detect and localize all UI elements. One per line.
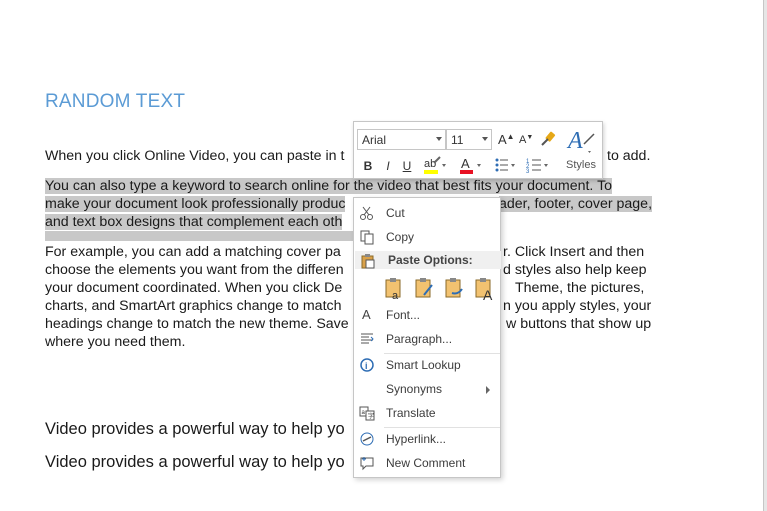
link-icon [360,432,374,446]
styles-label: Styles [566,159,596,171]
paste-keep-source-button[interactable]: a [384,277,406,302]
paste-picture-button[interactable] [444,277,466,301]
menu-item-cut-label: Cut [386,206,405,220]
styles-button[interactable]: A [564,124,598,154]
context-menu: Cut Copy Paste Options: a A A Font... Pa… [353,197,501,478]
paragraph-1-end: to add. [607,148,651,164]
bullets-button[interactable] [494,156,516,174]
paragraph-3-line-6: where you need them. [45,334,186,350]
menu-item-smart-lookup[interactable]: i Smart Lookup [354,354,500,376]
menu-item-copy-label: Copy [386,230,415,244]
menu-item-smart-lookup-label: Smart Lookup [386,358,461,372]
svg-text:A: A [461,156,470,171]
menu-item-cut[interactable]: Cut [354,202,500,224]
paragraph-3-line-1-end: r. Click Insert and then [503,244,645,260]
grow-font-button[interactable]: A▲ [498,132,515,147]
paragraph-3-line-5-end: w buttons that show up [506,316,652,332]
font-color-button[interactable]: A [458,155,482,175]
paragraph-2-line-2: make your document look professionally p… [45,196,346,212]
underline-button[interactable]: U [401,159,413,173]
font-size-value: 11 [451,133,464,147]
chevron-right-icon [486,386,490,394]
menu-item-hyperlink-label: Hyperlink... [386,432,447,446]
translate-icon: a字 [359,406,375,421]
menu-item-paragraph-label: Paragraph... [386,332,453,346]
paragraph-3-line-4-end: n you apply styles, your [503,298,652,314]
video-line-1: Video provides a powerful way to help yo [45,420,345,438]
menu-item-new-comment[interactable]: New Comment [354,452,500,474]
paragraph-3-line-3-end: Theme, the pictures, [515,280,645,296]
paragraph-1: When you click Online Video, you can pas… [45,148,345,164]
paste-text-only-button[interactable]: A [474,277,496,303]
paragraph-3-line-3: your document coordinated. When you clic… [45,280,343,296]
paste-options-header: Paste Options: [355,251,501,269]
font-size-combo[interactable]: 11 [446,129,492,150]
paragraph-icon [361,333,374,344]
paste-text-only-icon: A [475,278,493,303]
comment-icon [360,457,374,471]
paste-merge-icon [415,278,433,298]
font-icon: A [362,307,371,322]
mini-toolbar: Arial 11 A▲ A▼ A Styles B I U ab A 1 2 3 [353,121,603,179]
chevron-down-icon [482,137,488,141]
svg-text:ab: ab [424,158,436,170]
paragraph-3-line-4: charts, and SmartArt graphics change to … [45,298,342,314]
italic-button[interactable]: I [382,159,394,173]
menu-item-hyperlink[interactable]: Hyperlink... [354,428,500,450]
search-icon: i [360,358,374,372]
menu-item-paragraph[interactable]: Paragraph... [354,328,500,350]
menu-item-translate[interactable]: a字 Translate [354,402,500,424]
numbering-icon: 1 2 3 [526,159,548,175]
selection-highlight [45,231,370,241]
heading: RANDOM TEXT [45,91,186,112]
paste-keep-source-icon: a [385,278,401,302]
styles-icon: A [566,128,595,154]
bold-button[interactable]: B [362,159,374,173]
svg-text:A: A [483,287,493,301]
highlighter-icon: ab [424,156,446,174]
format-painter-icon [541,131,556,146]
paragraph-3-line-2-end: d styles also help keep [503,262,647,278]
paragraph-2-line-3: and text box designs that complement eac… [45,214,343,230]
paste-picture-icon [445,278,463,298]
svg-text:i: i [365,361,368,371]
paste-options-label: Paste Options: [388,253,473,267]
video-line-2: Video provides a powerful way to help yo [45,453,345,471]
format-painter-button[interactable] [538,130,556,148]
paste-merge-format-button[interactable] [414,277,436,301]
font-color-icon: A [460,156,481,174]
menu-item-synonyms[interactable]: Synonyms [354,378,500,400]
shrink-font-button[interactable]: A▼ [519,134,533,146]
font-name-combo[interactable]: Arial [357,129,446,150]
scissors-icon [360,206,373,220]
paste-icon [361,254,375,269]
svg-text:字: 字 [368,412,374,420]
paragraph-3-line-5: headings change to match the new theme. … [45,316,349,332]
font-name-value: Arial [362,133,387,147]
bullets-icon [495,158,515,172]
highlight-button[interactable]: ab [422,155,446,175]
menu-item-copy[interactable]: Copy [354,226,500,248]
menu-item-new-comment-label: New Comment [386,456,466,470]
paragraph-3-line-1: For example, you can add a matching cove… [45,244,341,260]
numbering-button[interactable]: 1 2 3 [526,156,550,175]
menu-item-font-label: Font... [386,308,421,322]
menu-item-synonyms-label: Synonyms [386,382,443,396]
svg-text:a: a [392,290,399,301]
svg-text:A: A [566,128,583,154]
paragraph-3-line-2: choose the elements you want from the di… [45,262,344,278]
paragraph-2-line-1: You can also type a keyword to search on… [45,178,613,194]
menu-item-translate-label: Translate [386,406,436,420]
menu-item-font[interactable]: A Font... [354,304,500,326]
chevron-down-icon [436,137,442,141]
paragraph-2-line-2-end: ader, footer, cover page, [499,196,653,212]
svg-text:3: 3 [526,169,530,174]
copy-icon [360,230,374,245]
